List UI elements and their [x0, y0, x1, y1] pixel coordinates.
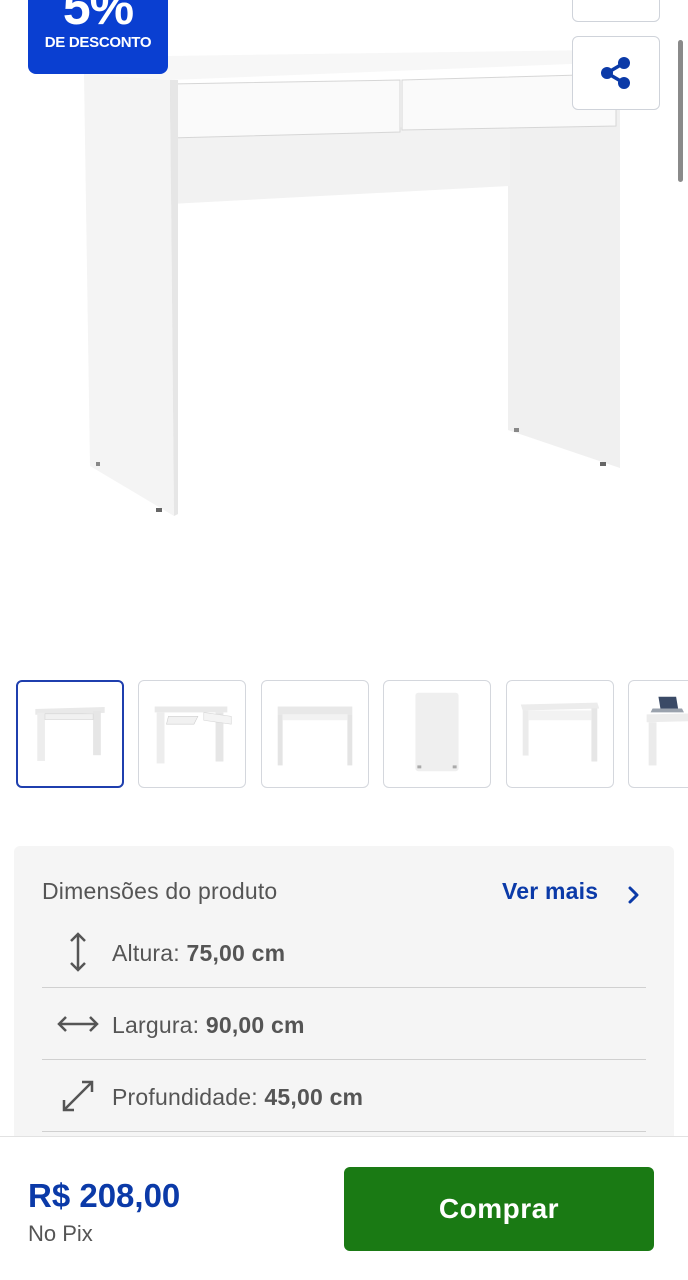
dimension-value: 45,00 cm	[264, 1084, 364, 1110]
dimensions-card: Dimensões do produto Ver mais Altura: 75…	[14, 846, 674, 1146]
buy-button[interactable]: Comprar	[344, 1167, 654, 1251]
thumbnail-image	[154, 706, 232, 764]
diagonal-arrows-icon	[62, 1080, 94, 1112]
thumbnail-desk-with-laptop[interactable]	[628, 680, 688, 788]
share-button[interactable]	[572, 36, 660, 110]
dimension-width-text: Largura: 90,00 cm	[112, 1012, 305, 1039]
thumbnail-desk-front[interactable]	[16, 680, 124, 788]
dimension-height-text: Altura: 75,00 cm	[112, 940, 285, 967]
thumbnail-image	[35, 707, 105, 761]
discount-value: 5%	[62, 0, 134, 35]
thumbnail-image	[520, 702, 600, 762]
share-icon	[601, 57, 630, 89]
thumbnail-desk-angle[interactable]	[506, 680, 614, 788]
thumbnail-image	[277, 706, 353, 766]
vertical-arrows-icon	[70, 932, 86, 972]
dimension-value: 90,00 cm	[205, 1012, 305, 1038]
discount-label: DE DESCONTO	[44, 34, 152, 51]
discount-badge: 5% DE DESCONTO	[28, 0, 168, 74]
dimension-value: 75,00 cm	[186, 940, 286, 966]
thumbnail-desk-drawer-open[interactable]	[138, 680, 246, 788]
horizontal-arrows-icon	[57, 1016, 99, 1032]
thumbnail-strip[interactable]	[0, 678, 688, 790]
favorite-button[interactable]	[572, 0, 660, 22]
thumbnail-desk-side[interactable]	[383, 680, 491, 788]
dimension-label: Largura:	[112, 1012, 206, 1038]
thumbnail-desk-front-plain[interactable]	[261, 680, 369, 788]
see-more-link[interactable]: Ver mais	[502, 878, 598, 905]
dimension-depth-text: Profundidade: 45,00 cm	[112, 1084, 363, 1111]
price-note: No Pix	[28, 1221, 93, 1246]
chevron-right-icon[interactable]	[626, 884, 642, 906]
product-image-area[interactable]: 5% DE DESCONTO	[0, 0, 688, 660]
dimension-label: Altura:	[112, 940, 187, 966]
dimension-label: Profundidade:	[112, 1084, 265, 1110]
thumbnail-image	[646, 696, 688, 766]
dimension-row-width: Largura: 90,00 cm	[42, 988, 646, 1060]
thumbnail-image	[415, 692, 459, 772]
dimension-row-height: Altura: 75,00 cm	[42, 916, 646, 988]
page-scrollbar[interactable]	[678, 40, 683, 182]
dimension-row-depth: Profundidade: 45,00 cm	[42, 1060, 646, 1132]
price: R$ 208,00	[28, 1177, 181, 1214]
purchase-bar: R$ 208,00 No Pix Comprar	[0, 1136, 688, 1280]
dimensions-title: Dimensões do produto	[42, 878, 278, 904]
